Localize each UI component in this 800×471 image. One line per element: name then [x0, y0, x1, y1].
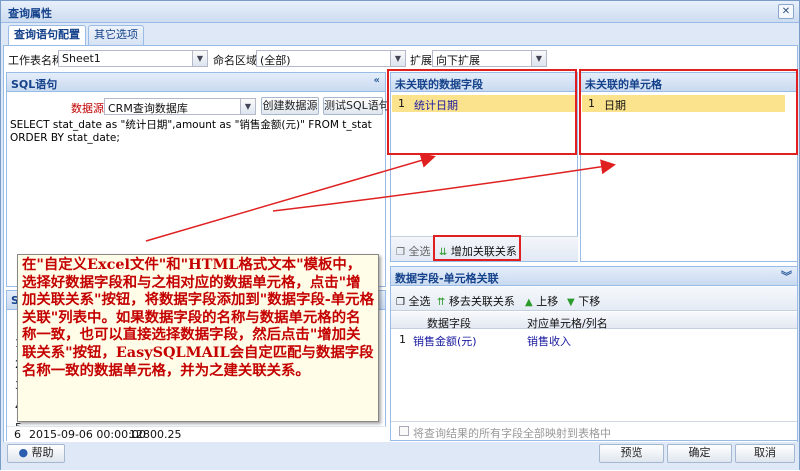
ok-button[interactable]: 确定	[667, 444, 732, 463]
help-label: 帮助	[31, 446, 54, 459]
annotation-callout: 在"自定义Excel文件"和"HTML格式文本"模板中，选择好数据字段和与之相对…	[17, 254, 379, 422]
query-properties-window: 查询属性 ✕ 查询语句配置 其它选项 工作表名称 Sheet1 ▼ 命名区域 (…	[0, 0, 800, 470]
help-icon: ●	[18, 446, 29, 459]
cancel-button[interactable]: 取消	[735, 444, 795, 463]
preview-button[interactable]: 预览	[599, 444, 664, 463]
arrow-to-cells	[272, 159, 616, 212]
arrow-to-fields	[145, 153, 436, 242]
help-button[interactable]: ● 帮助	[7, 444, 65, 463]
dialog-footer: ● 帮助 预览 确定 取消	[1, 442, 799, 470]
